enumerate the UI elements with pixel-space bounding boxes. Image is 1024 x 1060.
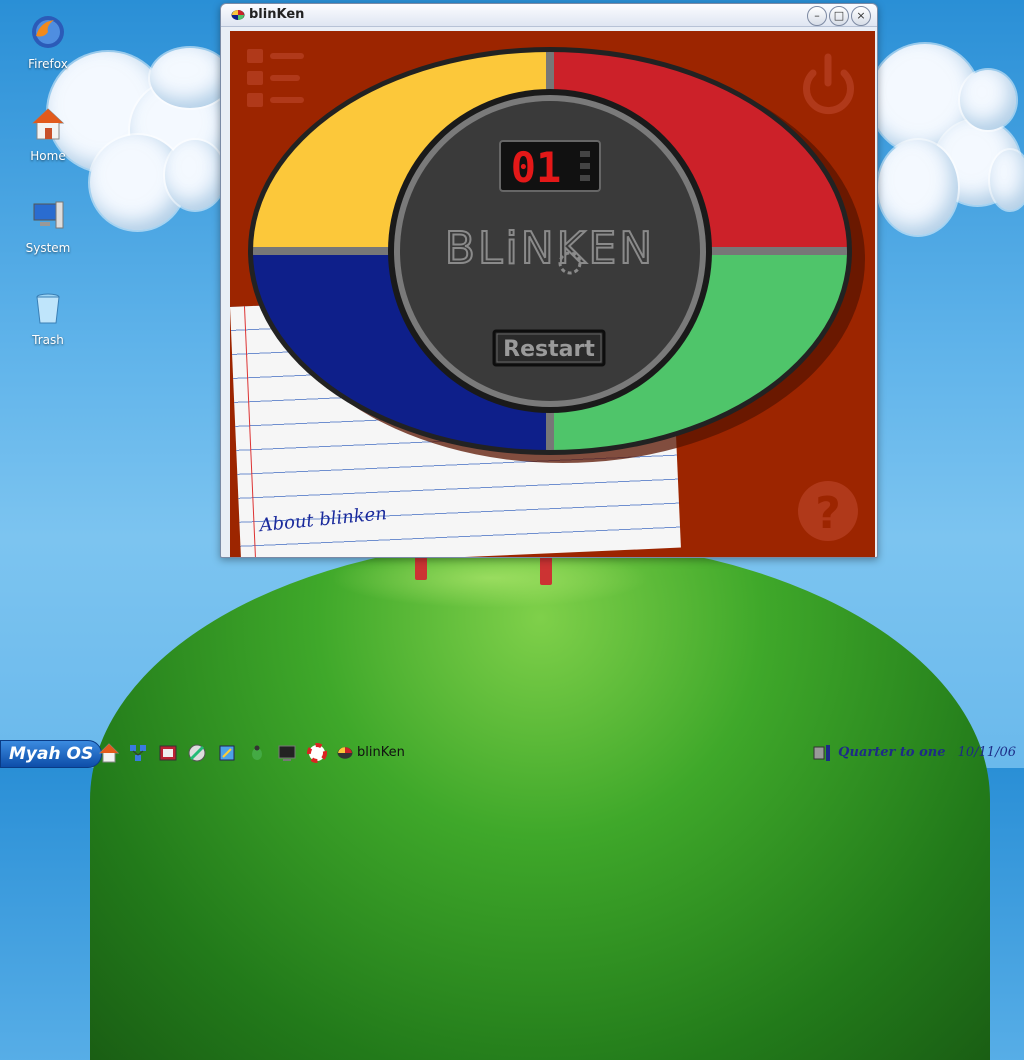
blinken-window: blinKen – □ × About blinken ? 01 BLiNKEN… <box>220 3 878 558</box>
game-board: ? 01 BLiNKEN Restart <box>247 47 865 541</box>
home-icon[interactable] <box>99 743 119 763</box>
window-titlebar[interactable]: blinKen – □ × <box>221 4 877 27</box>
satellite-icon[interactable] <box>187 743 207 763</box>
cloud <box>878 140 958 235</box>
menu-icon[interactable] <box>247 49 304 107</box>
restart-button[interactable]: Restart <box>492 329 606 367</box>
blinken-logo: BLiNKEN <box>445 223 655 274</box>
start-button[interactable]: Myah OS <box>0 740 103 768</box>
terminal-icon[interactable] <box>277 743 297 763</box>
taskbar: Myah OS blinKen Quarter to one 10/11/06 <box>0 738 1024 768</box>
clock-date: 10/11/06 <box>957 745 1016 760</box>
green-hill <box>90 540 990 1060</box>
system-icon <box>33 201 64 229</box>
cloud <box>990 150 1024 210</box>
svg-text:?: ? <box>815 488 841 539</box>
desktop-icon-label: System <box>25 241 71 255</box>
help-icon[interactable]: ? <box>798 481 858 541</box>
cloud <box>150 48 230 108</box>
desktop-icon-label: Trash <box>32 333 64 347</box>
home-icon <box>31 108 65 140</box>
editor-icon[interactable] <box>217 743 237 763</box>
blinken-task-icon <box>337 747 353 759</box>
close-button[interactable]: × <box>851 6 871 26</box>
blinken-app-icon <box>231 10 245 20</box>
taskbar-task-blinken[interactable]: blinKen <box>357 745 405 760</box>
maximize-button[interactable]: □ <box>829 6 849 26</box>
network-icon[interactable] <box>128 743 148 763</box>
cloud <box>960 70 1016 130</box>
taskbar-clock[interactable]: Quarter to one 10/11/06 <box>838 745 1016 760</box>
desktop-icon-label: Home <box>30 149 66 163</box>
desktop-icon-label: Firefox <box>28 57 68 71</box>
firefox-icon <box>32 16 64 48</box>
help-lifebuoy-icon[interactable] <box>307 743 327 763</box>
desktop-icon-system[interactable]: System <box>8 198 88 255</box>
restart-label: Restart <box>503 337 595 362</box>
bug-icon[interactable] <box>247 743 267 763</box>
cloud <box>165 140 225 210</box>
minimize-button[interactable]: – <box>807 6 827 26</box>
counter-value: 01 <box>511 143 562 192</box>
film-icon[interactable] <box>158 743 178 763</box>
system-tray-icon[interactable] <box>812 743 832 763</box>
clock-text: Quarter to one <box>838 745 946 760</box>
desktop-icon-trash[interactable]: Trash <box>8 290 88 347</box>
desktop-icon-firefox[interactable]: Firefox <box>8 14 88 71</box>
game-area: About blinken ? 01 BLiNKEN Restart <box>230 31 875 557</box>
power-icon[interactable] <box>803 53 854 115</box>
trash-icon <box>36 293 60 324</box>
window-title: blinKen <box>249 7 305 22</box>
desktop-icon-home[interactable]: Home <box>8 106 88 163</box>
